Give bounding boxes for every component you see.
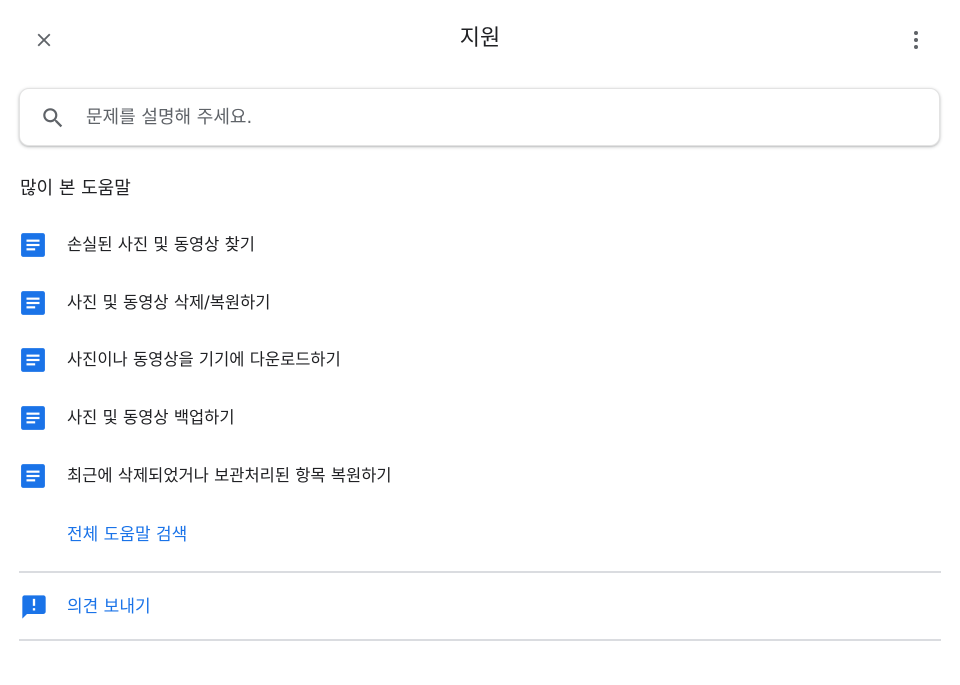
send-feedback-button[interactable]: 의견 보내기 (0, 585, 960, 631)
help-article-label: 사진 및 동영상 삭제/복원하기 (67, 293, 271, 312)
search-input[interactable] (86, 99, 906, 135)
search-all-help-link[interactable]: 전체 도움말 검색 (67, 521, 187, 549)
more-options-button[interactable] (894, 18, 938, 62)
help-article-item[interactable]: 최근에 삭제되었거나 보관처리된 항목 복원하기 (0, 453, 960, 499)
help-article-label: 사진 및 동영상 백업하기 (67, 408, 235, 427)
divider (19, 639, 941, 641)
top-app-bar: 지원 (0, 0, 960, 80)
send-feedback-label: 의견 보내기 (67, 597, 151, 617)
divider (19, 571, 941, 573)
help-article-item[interactable]: 사진 및 동영상 삭제/복원하기 (0, 280, 960, 326)
help-article-label: 최근에 삭제되었거나 보관처리된 항목 복원하기 (67, 466, 392, 485)
help-article-item[interactable]: 손실된 사진 및 동영상 찾기 (0, 222, 960, 268)
feedback-icon (22, 595, 46, 619)
help-article-label: 사진이나 동영상을 기기에 다운로드하기 (67, 350, 341, 369)
search-icon (43, 108, 63, 128)
more-vertical-icon (914, 31, 918, 49)
page-title: 지원 (459, 26, 501, 51)
help-article-item[interactable]: 사진이나 동영상을 기기에 다운로드하기 (0, 337, 960, 383)
document-icon (21, 348, 45, 372)
help-article-item[interactable]: 사진 및 동영상 백업하기 (0, 395, 960, 441)
document-icon (21, 406, 45, 430)
document-icon (21, 291, 45, 315)
document-icon (21, 464, 45, 488)
search-box[interactable] (19, 88, 940, 146)
document-icon (21, 233, 45, 257)
popular-articles-heading: 많이 본 도움말 (20, 178, 131, 199)
help-article-label: 손실된 사진 및 동영상 찾기 (67, 235, 255, 254)
